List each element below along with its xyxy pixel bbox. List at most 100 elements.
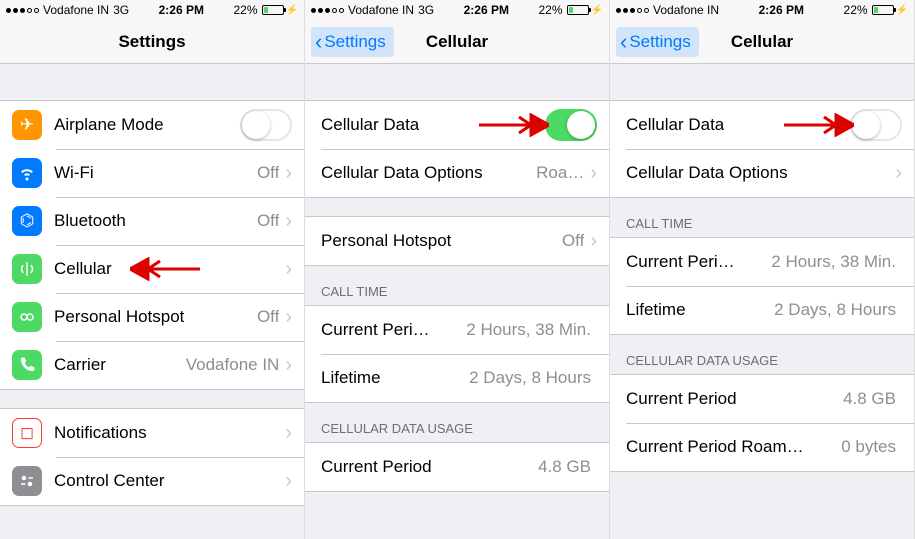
- status-bar: Vodafone IN 3G 2:26 PM 22% ⚡: [305, 0, 609, 20]
- row-carrier[interactable]: Carrier Vodafone IN ›: [0, 341, 304, 389]
- row-hotspot[interactable]: Personal Hotspot Off ›: [0, 293, 304, 341]
- chevron-left-icon: ‹: [315, 31, 322, 53]
- status-bar: Vodafone IN 3G 2:26 PM 22% ⚡: [0, 0, 304, 20]
- cellular-pane-on: Vodafone IN 3G 2:26 PM 22% ⚡ ‹Settings C…: [305, 0, 610, 539]
- section-header-usage: CELLULAR DATA USAGE: [610, 335, 914, 374]
- row-value: 2 Days, 8 Hours: [774, 300, 896, 320]
- row-label: Cellular Data Options: [626, 163, 788, 183]
- row-airplane[interactable]: ✈ Airplane Mode: [0, 101, 304, 149]
- clock: 2:26 PM: [759, 3, 804, 17]
- back-button[interactable]: ‹Settings: [311, 27, 394, 57]
- row-wifi[interactable]: Wi-Fi Off ›: [0, 149, 304, 197]
- row-lifetime: Lifetime 2 Days, 8 Hours: [610, 286, 914, 334]
- status-bar: Vodafone IN 2:26 PM 22% ⚡: [610, 0, 914, 20]
- chevron-right-icon: ›: [285, 355, 292, 375]
- signal-dots-icon: [311, 8, 344, 13]
- row-current-period: Current Peri… 2 Hours, 38 Min.: [305, 306, 609, 354]
- carrier-label: Vodafone IN: [348, 3, 414, 17]
- row-cellular-options[interactable]: Cellular Data Options Roa… ›: [305, 149, 609, 197]
- clock: 2:26 PM: [159, 3, 204, 17]
- row-hotspot[interactable]: Personal Hotspot Off ›: [305, 217, 609, 265]
- airplane-icon: ✈: [12, 110, 42, 140]
- section-header-usage: CELLULAR DATA USAGE: [305, 403, 609, 442]
- hotspot-icon: [12, 302, 42, 332]
- row-label: Airplane Mode: [54, 115, 164, 135]
- annotation-arrow-icon: [130, 257, 200, 281]
- row-label: Bluetooth: [54, 211, 126, 231]
- cellular-data-toggle[interactable]: [545, 109, 597, 141]
- row-label: Notifications: [54, 423, 147, 443]
- row-notifications[interactable]: ◻ Notifications ›: [0, 409, 304, 457]
- row-label: Cellular Data: [321, 115, 419, 135]
- row-value: 2 Days, 8 Hours: [469, 368, 591, 388]
- bluetooth-icon: ⌬: [12, 206, 42, 236]
- row-control-center[interactable]: Control Center ›: [0, 457, 304, 505]
- chevron-right-icon: ›: [285, 163, 292, 183]
- row-label: Personal Hotspot: [54, 307, 184, 327]
- network-label: 3G: [418, 3, 434, 17]
- battery-icon: ⚡: [262, 5, 298, 16]
- row-cellular-data[interactable]: Cellular Data: [305, 101, 609, 149]
- row-label: Cellular: [54, 259, 112, 279]
- wifi-icon: [12, 158, 42, 188]
- row-value: 4.8 GB: [843, 389, 896, 409]
- row-current-period: Current Peri… 2 Hours, 38 Min.: [610, 238, 914, 286]
- row-usage-current: Current Period 4.8 GB: [305, 443, 609, 491]
- row-label: Lifetime: [321, 368, 381, 388]
- row-label: Lifetime: [626, 300, 686, 320]
- clock: 2:26 PM: [464, 3, 509, 17]
- section-header-calltime: CALL TIME: [305, 266, 609, 305]
- page-title: Settings: [118, 32, 185, 52]
- row-cellular-data[interactable]: Cellular Data: [610, 101, 914, 149]
- cellular-data-toggle[interactable]: [850, 109, 902, 141]
- chevron-right-icon: ›: [590, 163, 597, 183]
- row-value: 0 bytes: [841, 437, 896, 457]
- row-cellular[interactable]: Cellular ›: [0, 245, 304, 293]
- row-label: Current Peri…: [626, 252, 735, 272]
- row-value: Off: [257, 163, 279, 183]
- back-button[interactable]: ‹Settings: [616, 27, 699, 57]
- battery-icon: ⚡: [567, 5, 603, 16]
- chevron-right-icon: ›: [590, 231, 597, 251]
- annotation-arrow-icon: [784, 113, 854, 137]
- row-label: Current Period Roam…: [626, 437, 804, 457]
- row-label: Current Peri…: [321, 320, 430, 340]
- nav-bar: ‹Settings Cellular: [305, 20, 609, 64]
- back-label: Settings: [324, 32, 385, 52]
- back-label: Settings: [629, 32, 690, 52]
- row-label: Carrier: [54, 355, 106, 375]
- annotation-arrow-icon: [479, 113, 549, 137]
- chevron-right-icon: ›: [895, 163, 902, 183]
- airplane-toggle[interactable]: [240, 109, 292, 141]
- row-value: Vodafone IN: [186, 355, 280, 375]
- chevron-right-icon: ›: [285, 471, 292, 491]
- battery-pct: 22%: [234, 3, 258, 17]
- chevron-right-icon: ›: [285, 307, 292, 327]
- notifications-icon: ◻: [12, 418, 42, 448]
- nav-bar: ‹Settings Cellular: [610, 20, 914, 64]
- chevron-left-icon: ‹: [620, 31, 627, 53]
- row-value: 4.8 GB: [538, 457, 591, 477]
- signal-dots-icon: [616, 8, 649, 13]
- row-label: Wi-Fi: [54, 163, 94, 183]
- row-usage-current: Current Period 4.8 GB: [610, 375, 914, 423]
- row-value: Off: [257, 211, 279, 231]
- row-lifetime: Lifetime 2 Days, 8 Hours: [305, 354, 609, 402]
- row-bluetooth[interactable]: ⌬ Bluetooth Off ›: [0, 197, 304, 245]
- row-label: Cellular Data: [626, 115, 724, 135]
- row-label: Current Period: [321, 457, 432, 477]
- cellular-icon: [12, 254, 42, 284]
- battery-pct: 22%: [539, 3, 563, 17]
- signal-dots-icon: [6, 8, 39, 13]
- row-value: 2 Hours, 38 Min.: [466, 320, 591, 340]
- phone-icon: [12, 350, 42, 380]
- row-usage-roaming: Current Period Roam… 0 bytes: [610, 423, 914, 471]
- battery-pct: 22%: [844, 3, 868, 17]
- network-label: 3G: [113, 3, 129, 17]
- row-label: Cellular Data Options: [321, 163, 483, 183]
- row-label: Personal Hotspot: [321, 231, 451, 251]
- carrier-label: Vodafone IN: [653, 3, 719, 17]
- section-header-calltime: CALL TIME: [610, 198, 914, 237]
- row-cellular-options[interactable]: Cellular Data Options ›: [610, 149, 914, 197]
- control-center-icon: [12, 466, 42, 496]
